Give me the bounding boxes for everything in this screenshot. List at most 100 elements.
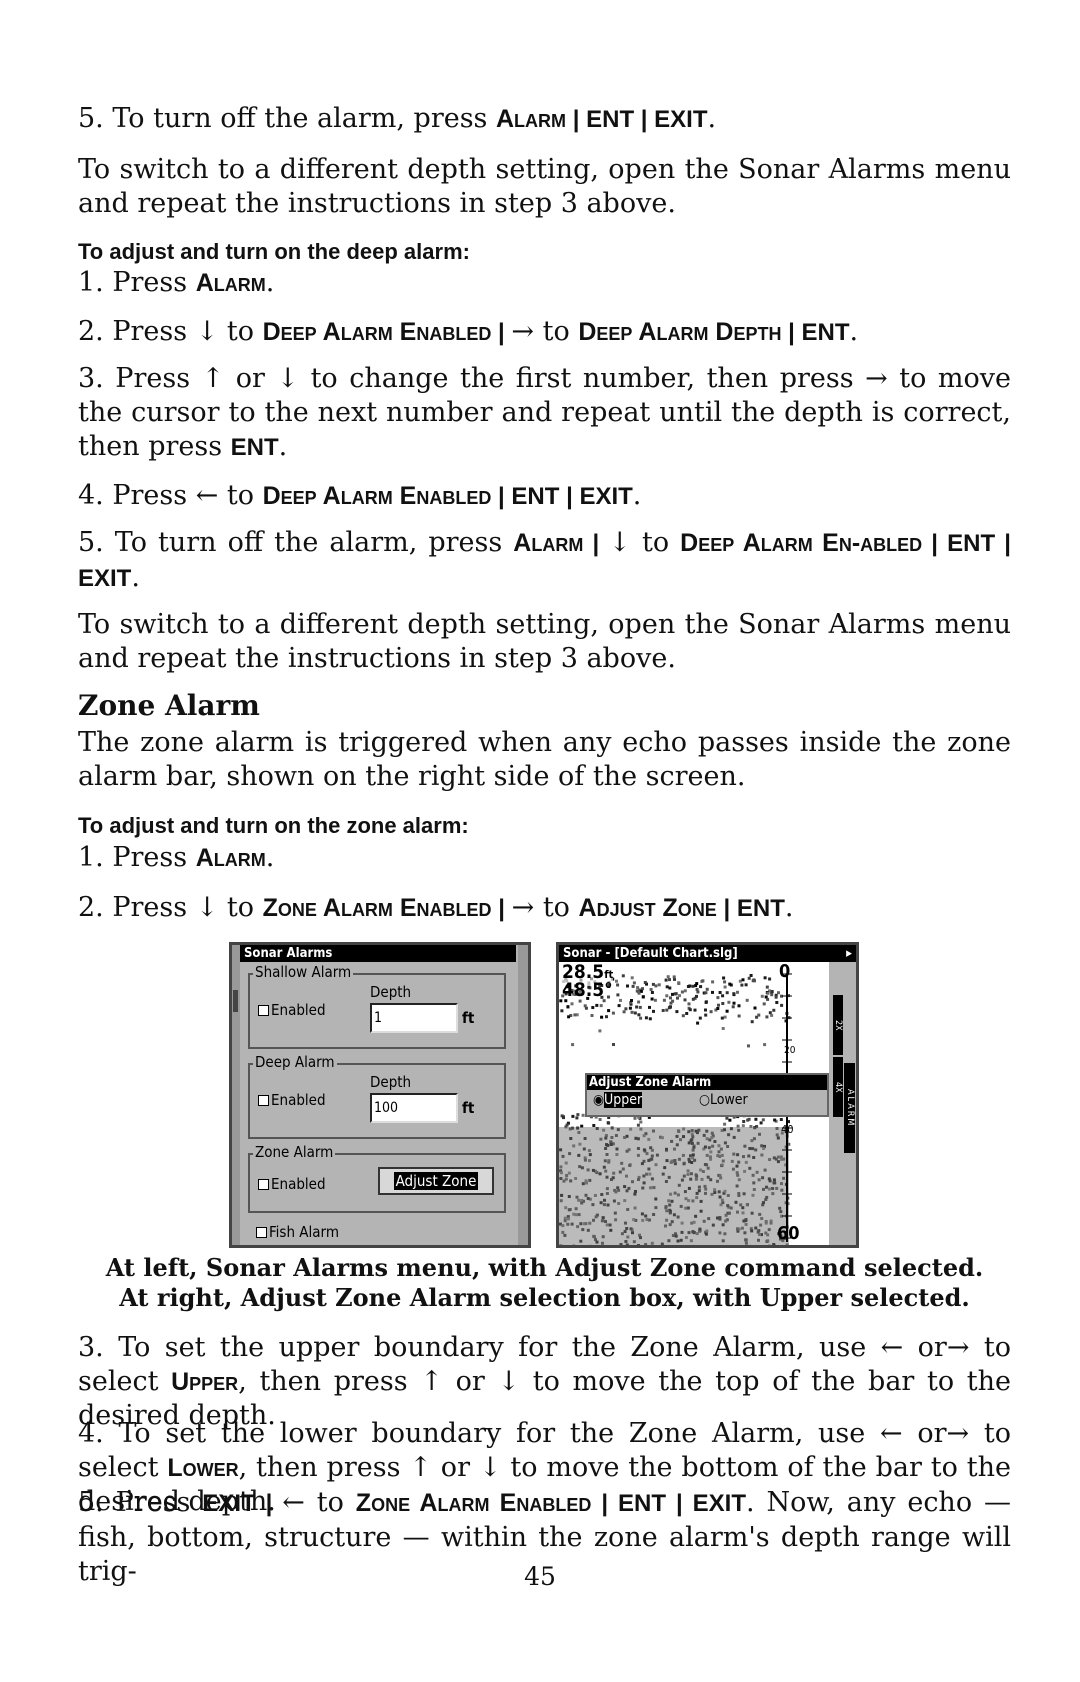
sonar-echo [745,998,749,1002]
sonar-echo [616,983,620,987]
sonar-echo [657,983,661,987]
sonar-echo [583,1004,587,1008]
scale-40: 40 [781,1123,794,1136]
sonar-echo [607,1009,611,1013]
sonar-echo [671,999,675,1003]
sonar-echo [695,988,699,991]
sonar-echo [681,1014,685,1018]
sonar-echo [738,979,742,983]
shallow-enabled-checkbox[interactable]: Enabled [258,1001,326,1019]
text-run: ↓ to [608,527,681,558]
adjust-zone-alarm-dialog: Adjust Zone Alarm ◉Upper ○Lower [585,1073,829,1117]
sonar-echo [777,991,780,995]
sonar-echo [643,981,647,984]
radio-empty-icon: ○ [699,1092,710,1108]
sonar-echo [661,1009,665,1012]
sonar-echo [639,1120,643,1124]
text-run: . [784,892,794,923]
sonar-echo [687,1002,691,1006]
sonar-echo [650,997,654,1001]
key-name: Deep Alarm Depth [578,318,782,346]
sonar-echo [774,995,778,999]
radio-upper[interactable]: ◉Upper [593,1092,643,1108]
shallow-alarm-group: Shallow Alarm Depth Enabled 1 ft [248,963,506,1049]
sonar-echo [639,1016,643,1020]
sonar-echo [766,997,770,1001]
sonar-echo [763,1043,767,1047]
sonar-echo [747,1117,751,1121]
sonar-echo [770,1013,774,1017]
sonar-echo [766,991,770,995]
sonar-alarms-menu-screenshot: Sonar Alarms Shallow Alarm Depth Enabled… [229,942,531,1248]
sonar-echo [622,1010,626,1014]
text-run: 5. Press [78,1487,203,1518]
sonar-echo [747,976,751,980]
paragraph: 3. Press ↑ or ↓ to change the first numb… [78,362,1011,465]
key-name: | [583,530,609,557]
menu-title: Sonar Alarms [240,945,516,962]
sonar-echo [662,998,666,1002]
sonar-echo [744,983,748,987]
zoom-2x-label: 2X [833,995,843,1055]
zoom-4x-label: 4X [833,1057,843,1117]
sonar-echo [721,1002,725,1005]
zone-enabled-checkbox[interactable]: Enabled [258,1175,326,1193]
key-name: Zone Alarm Enabled [262,894,492,922]
sonar-echo [576,1113,580,1117]
sonar-echo [575,1116,579,1120]
deep-alarm-legend: Deep Alarm [253,1053,337,1071]
text-run: → to [511,316,579,347]
key-name: | ENT [716,895,785,922]
sonar-echo [696,1021,700,1025]
paragraph: The zone alarm is triggered when any ech… [78,726,1011,794]
sonar-echo [590,1014,594,1017]
sonar-echo [704,1008,707,1012]
sonar-echo [704,991,708,995]
deep-enabled-checkbox[interactable]: Enabled [258,1091,326,1109]
deep-depth-input[interactable]: 100 [370,1093,458,1123]
sonar-echo [637,991,641,995]
text-run: 1. Press [78,842,196,873]
sonar-echo [665,985,669,989]
adjust-zone-button[interactable]: Adjust Zone [378,1167,494,1195]
sonar-echo [571,1043,575,1047]
sonar-echo [560,1009,564,1013]
sonar-echo [592,1124,596,1127]
sonar-echo [725,991,729,995]
shallow-alarm-legend: Shallow Alarm [253,963,354,981]
text-run: . [131,562,140,593]
sonar-echo [671,992,674,996]
sonar-chart-screenshot: Sonar - [Default Chart.slg] ▸ 2X 4X ALARM… [556,942,859,1248]
right-strip [518,945,528,1245]
sonar-echo [716,1007,720,1010]
sonar-echo [626,984,629,988]
deep-alarm-group: Deep Alarm Depth Enabled 100 ft [248,1053,506,1139]
sonar-echo [612,1043,615,1046]
fish-alarm-checkbox[interactable]: Fish Alarm [256,1223,339,1241]
radio-lower[interactable]: ○Lower [699,1092,748,1108]
shallow-depth-input[interactable]: 1 [370,1003,458,1033]
sonar-echo [740,983,744,987]
sonar-echo [773,1118,777,1122]
sonar-echo [688,1008,692,1012]
sonar-echo [732,992,736,996]
sonar-echo [716,996,720,1000]
text-run: → to [511,892,579,923]
key-name: ENT [230,434,279,461]
key-name: Alarm [496,105,567,133]
sonar-title-text: Sonar - [Default Chart.slg] [563,946,738,961]
sonar-echo [617,1004,621,1008]
text-run: 3. Press ↑ or ↓ to change the first numb… [78,363,1011,462]
sonar-echo [760,994,764,998]
sonar-echo [704,1013,708,1017]
sonar-echo [775,1001,779,1004]
scale-60: 60 [777,1223,800,1244]
sonar-echo [641,987,644,991]
sonar-echo [722,976,726,980]
sonar-echo [630,976,634,980]
sonar-echo [678,994,681,998]
sonar-echo [737,1014,741,1018]
sonar-echo [699,985,703,989]
key-name: | ENT [781,319,850,346]
bottom-band [559,1127,789,1245]
